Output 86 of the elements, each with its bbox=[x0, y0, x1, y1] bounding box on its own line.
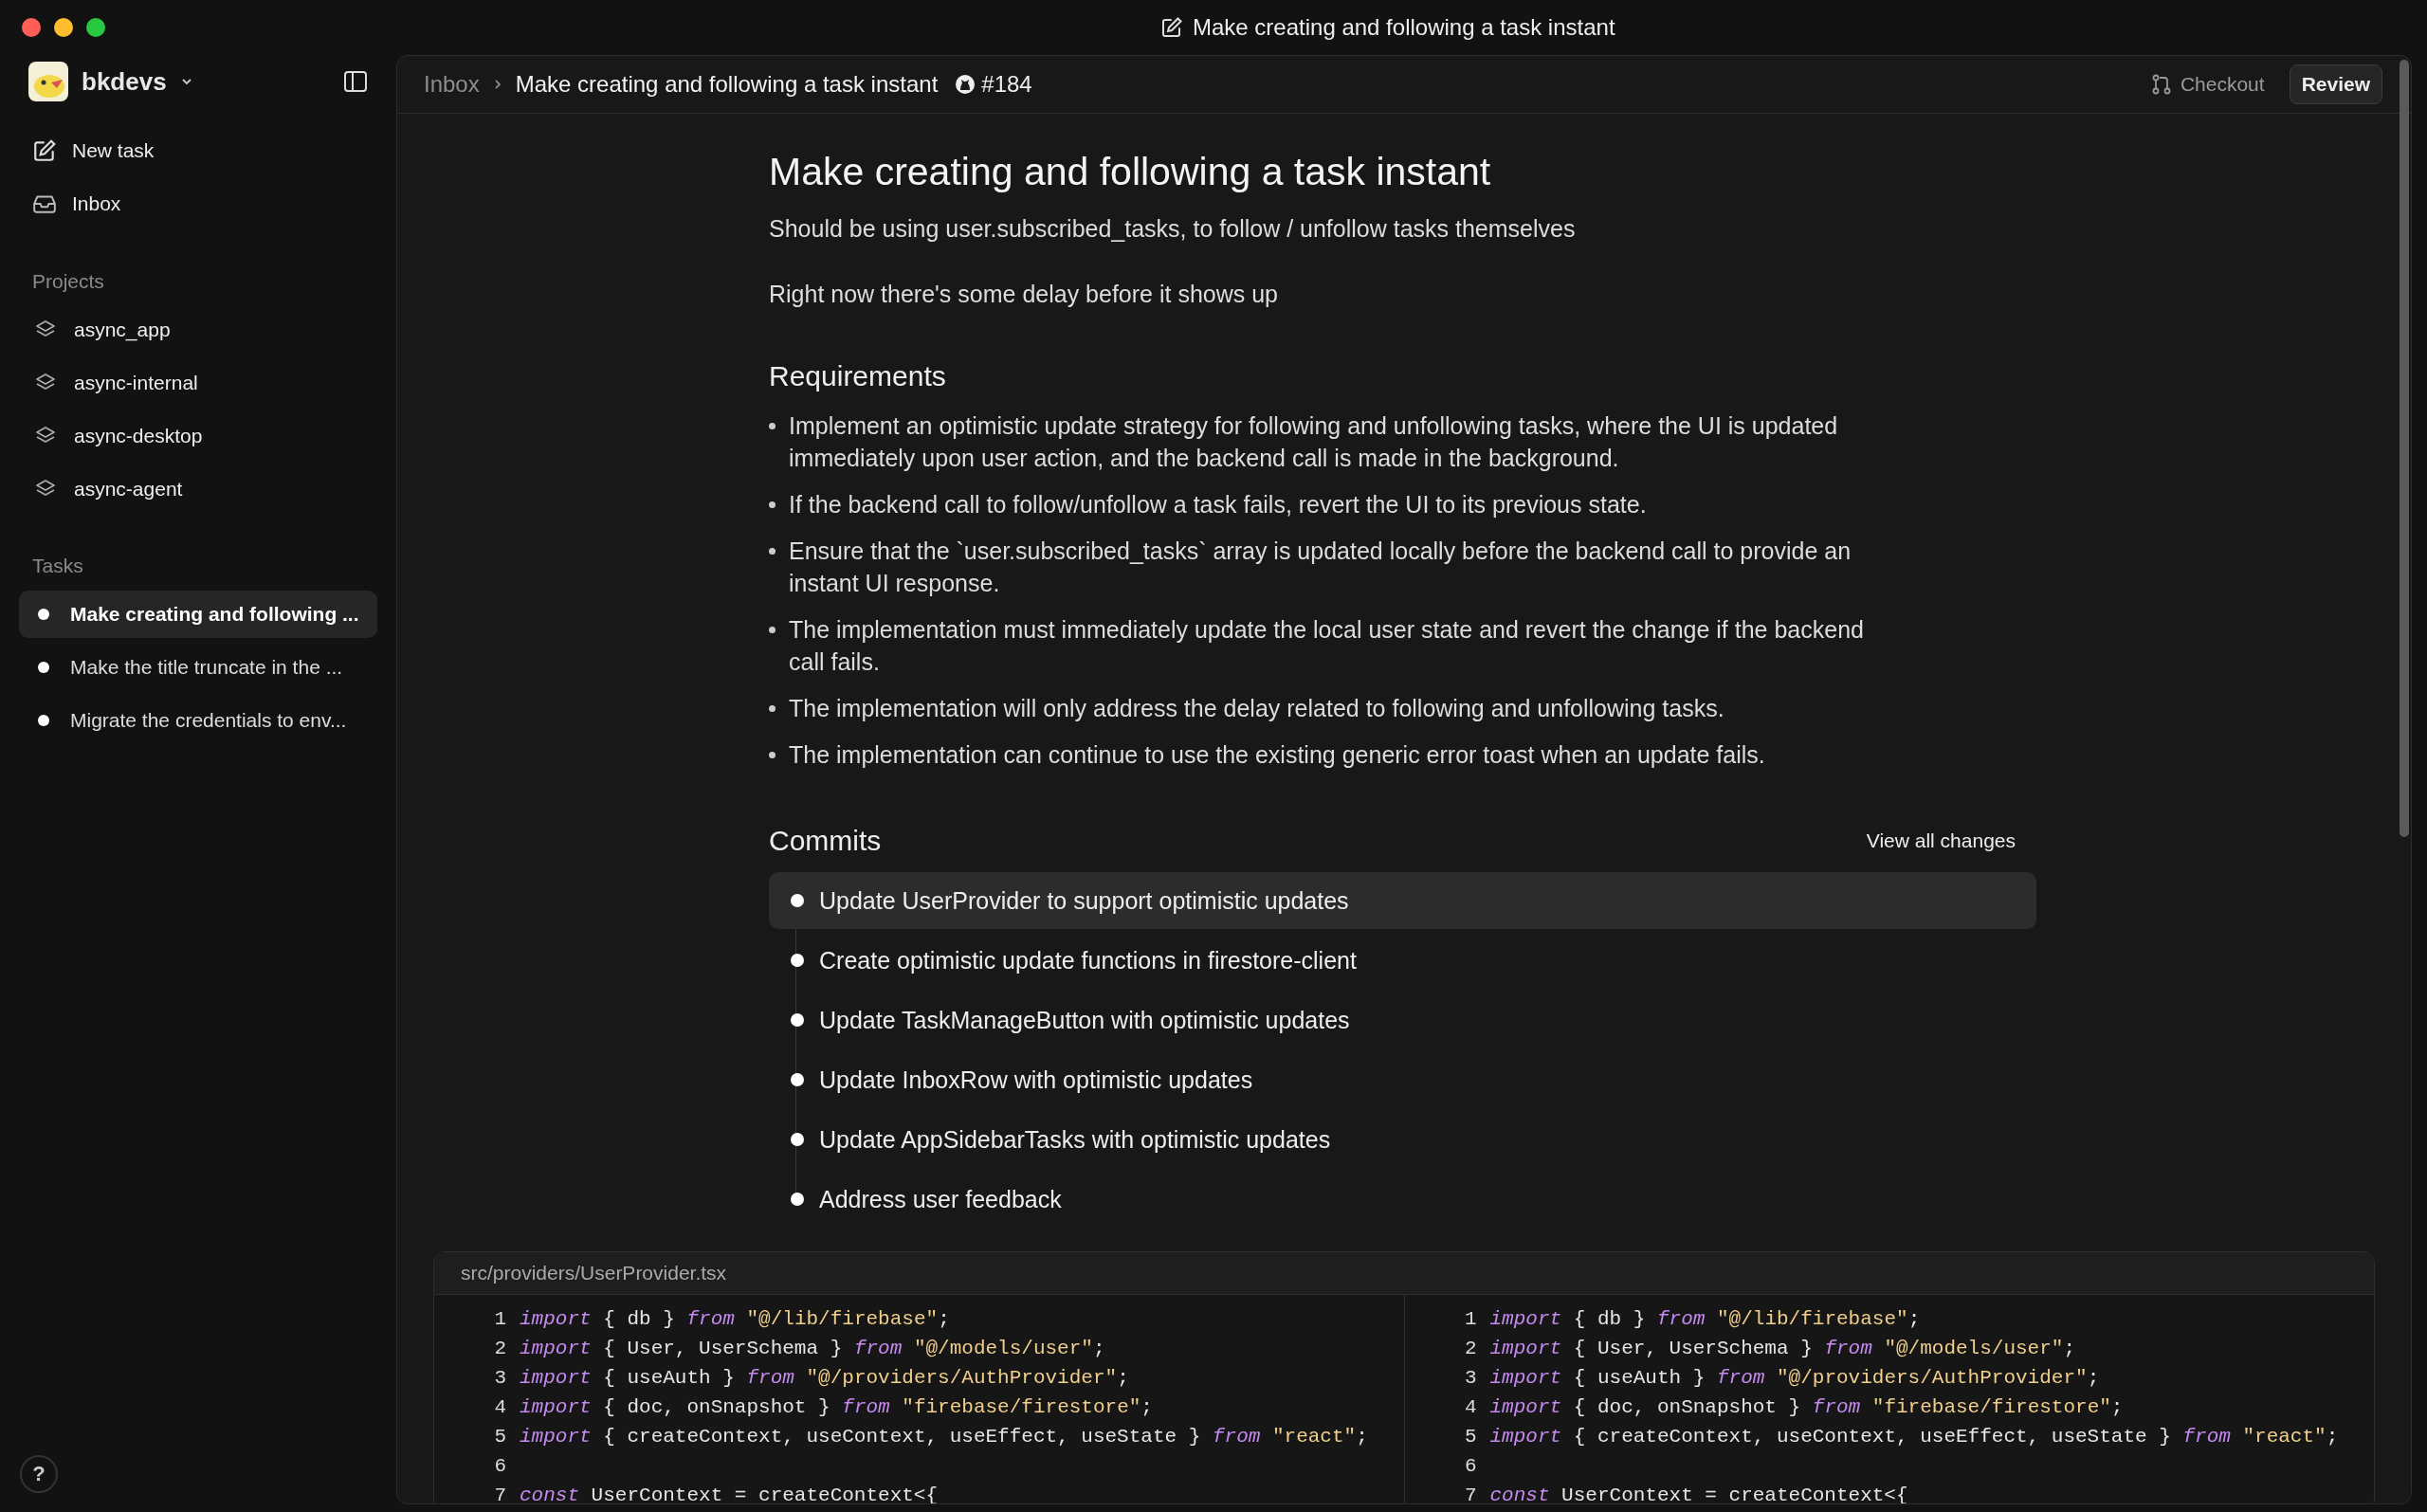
line-number: 3 bbox=[1463, 1367, 1478, 1389]
section-heading: Commits bbox=[769, 825, 882, 857]
code-line: import { doc, onSnapshot } from "firebase/firestore"; bbox=[520, 1396, 1153, 1418]
line-number: 2 bbox=[1463, 1338, 1478, 1359]
file-path: src/providers/UserProvider.tsx bbox=[461, 1262, 727, 1284]
section-heading: Projects bbox=[32, 270, 105, 293]
code-line: import { User, UserSchema } from "@/models/user"; bbox=[1489, 1338, 2076, 1359]
commit-dot-icon bbox=[791, 1193, 804, 1206]
commit-dot-icon bbox=[791, 954, 804, 967]
nav-item[interactable]: New task bbox=[19, 124, 377, 177]
description-text: Should be using user.subscribed_tasks, to follow / unfollow tasks themselves bbox=[769, 215, 1577, 243]
checkout-button[interactable]: Checkout bbox=[2144, 67, 2271, 101]
requirement-text: The implementation will only address the delay related to following and unfollowing tasks. bbox=[789, 694, 1724, 723]
commit-item[interactable]: Update TaskManageButton with optimistic updates bbox=[769, 992, 2036, 1048]
commit-item[interactable]: Address user feedback bbox=[769, 1171, 2036, 1228]
commit-dot-icon bbox=[791, 1133, 804, 1146]
bullet-icon bbox=[769, 627, 776, 633]
breadcrumb-link[interactable]: Inbox bbox=[424, 71, 480, 98]
line-number: 1 bbox=[493, 1308, 507, 1330]
window-title: Make creating and following a task instant bbox=[1193, 14, 1615, 41]
scrollbar[interactable] bbox=[2400, 60, 2409, 837]
code-line: import { useAuth } from "@/providers/AuthProvider"; bbox=[1489, 1367, 2100, 1389]
description-text: Right now there's some delay before it shows up bbox=[769, 281, 1279, 308]
dot-icon bbox=[38, 662, 49, 673]
issue-number[interactable]: #184 bbox=[981, 71, 1032, 98]
code-line: import { db } from "@/lib/firebase"; bbox=[520, 1308, 950, 1330]
commit-dot-icon bbox=[791, 1013, 804, 1027]
line-number: 5 bbox=[493, 1426, 507, 1448]
commit-item[interactable]: Create optimistic update functions in firestore-client bbox=[769, 932, 2036, 989]
requirement-text: Implement an optimistic update strategy for following and unfollowing tasks, where the UI is updated immediately upon user action, and the backend call is made in the background. bbox=[789, 411, 1839, 473]
nav-item[interactable]: Inbox bbox=[19, 177, 377, 230]
line-number: 6 bbox=[493, 1455, 507, 1477]
commit-item[interactable]: Update UserProvider to support optimistic updates bbox=[769, 872, 2036, 929]
code-line: import { createContext, useContext, useEffect, useState } from "react"; bbox=[520, 1426, 1368, 1448]
line-number: 5 bbox=[1463, 1426, 1478, 1448]
commit-item[interactable]: Update InboxRow with optimistic updates bbox=[769, 1051, 2036, 1108]
requirement-text: Ensure that the `user.subscribed_tasks` array is updated locally before the backend call to provide an instant UI response. bbox=[789, 537, 1852, 598]
requirement-text: The implementation must immediately update the local user state and revert the change if the backend call fails. bbox=[789, 615, 1865, 677]
task-title: Make creating and following a task instant bbox=[769, 150, 1492, 194]
code-line: import { createContext, useContext, useEffect, useState } from "react"; bbox=[1489, 1426, 2339, 1448]
requirement-text: If the backend call to follow/unfollow a task fails, revert the UI to its previous state. bbox=[789, 490, 1647, 519]
close-window-button[interactable] bbox=[22, 18, 41, 37]
task-item[interactable]: Make creating and following ... bbox=[19, 591, 377, 638]
section-heading: Requirements bbox=[769, 360, 947, 392]
commit-item[interactable]: Update AppSidebarTasks with optimistic updates bbox=[769, 1111, 2036, 1168]
workspace-switcher[interactable]: bkdevs bbox=[28, 62, 193, 101]
sidebar-toggle-icon[interactable] bbox=[343, 69, 368, 94]
project-item[interactable]: async_app bbox=[19, 303, 377, 356]
project-item[interactable]: async-internal bbox=[19, 356, 377, 410]
line-number: 2 bbox=[493, 1338, 507, 1359]
minimize-window-button[interactable] bbox=[54, 18, 73, 37]
bullet-icon bbox=[769, 548, 776, 555]
project-item[interactable]: async-agent bbox=[19, 463, 377, 516]
bird-avatar-icon bbox=[28, 62, 68, 101]
dot-icon bbox=[38, 715, 49, 726]
edit-icon bbox=[1160, 16, 1183, 39]
code-line: import { useAuth } from "@/providers/AuthProvider"; bbox=[520, 1367, 1129, 1389]
line-number: 7 bbox=[493, 1485, 507, 1503]
commit-dot-icon bbox=[791, 1073, 804, 1086]
requirement-text: The implementation can continue to use the existing generic error toast when an update fails. bbox=[789, 740, 1765, 770]
task-item[interactable]: Migrate the credentials to env... bbox=[19, 697, 377, 744]
code-line: import { User, UserSchema } from "@/models/user"; bbox=[520, 1338, 1105, 1359]
code-line: import { db } from "@/lib/firebase"; bbox=[1489, 1308, 1921, 1330]
line-number: 6 bbox=[1463, 1455, 1478, 1477]
code-line: import { doc, onSnapshot } from "firebase/firestore"; bbox=[1489, 1396, 2124, 1418]
bullet-icon bbox=[769, 705, 776, 712]
zoom-window-button[interactable] bbox=[86, 18, 105, 37]
project-item[interactable]: async-desktop bbox=[19, 410, 377, 463]
edit-icon bbox=[32, 138, 57, 163]
line-number: 1 bbox=[1463, 1308, 1478, 1330]
help-button[interactable]: ? bbox=[20, 1455, 58, 1493]
dot-icon bbox=[38, 609, 49, 620]
commit-dot-icon bbox=[791, 894, 804, 907]
bullet-icon bbox=[769, 423, 776, 429]
bullet-icon bbox=[769, 752, 776, 758]
bullet-icon bbox=[769, 501, 776, 508]
line-number: 4 bbox=[493, 1396, 507, 1418]
view-all-changes-link[interactable]: View all changes bbox=[1866, 829, 2025, 852]
task-item[interactable]: Make the title truncate in the ... bbox=[19, 644, 377, 691]
section-heading: Tasks bbox=[32, 555, 84, 577]
line-number: 4 bbox=[1463, 1396, 1478, 1418]
line-number: 7 bbox=[1463, 1485, 1478, 1503]
breadcrumb-title: Make creating and following a task instant bbox=[515, 71, 939, 98]
review-button[interactable]: Review bbox=[2289, 64, 2382, 104]
cat-icon bbox=[955, 74, 976, 95]
line-number: 3 bbox=[493, 1367, 507, 1389]
